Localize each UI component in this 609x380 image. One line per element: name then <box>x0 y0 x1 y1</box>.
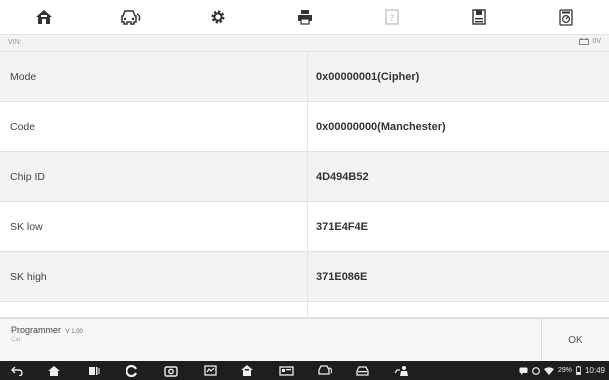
data-row: SK low 371E4F4E <box>0 202 609 252</box>
column-divider <box>307 52 308 101</box>
data-row-partial <box>0 302 609 318</box>
row-label: Mode <box>10 70 37 83</box>
program-name: Programmer <box>11 325 62 335</box>
print-icon <box>297 10 312 25</box>
nav-home-icon <box>48 365 60 376</box>
row-value: 371E4F4E <box>316 220 368 233</box>
display-icon <box>278 365 294 376</box>
reload-button[interactable] <box>114 361 150 380</box>
column-divider <box>307 152 308 201</box>
settings-button[interactable] <box>174 0 261 34</box>
svg-text:?: ? <box>389 14 394 24</box>
status-area: 29% 10:49 <box>519 361 605 380</box>
row-value: 0x00000001(Cipher) <box>316 70 420 83</box>
top-toolbar: ? <box>0 0 609 34</box>
row-value: 4D494B52 <box>316 170 369 183</box>
row-value: 371E086E <box>316 270 368 283</box>
battery-icon <box>576 366 581 375</box>
save-button[interactable] <box>435 0 522 34</box>
recent-apps-icon <box>89 366 100 375</box>
row-value: 0x00000000(Manchester) <box>316 120 446 133</box>
function-footer: Programmer V 1.00 Car: OK <box>0 318 609 362</box>
ok-button[interactable]: OK <box>541 319 609 362</box>
wifi-icon <box>543 366 554 375</box>
vehicle-menu-button[interactable] <box>342 361 382 380</box>
shop-manager-button[interactable] <box>382 361 422 380</box>
home-button[interactable] <box>0 0 87 34</box>
reload-icon <box>126 364 138 377</box>
column-divider <box>307 252 308 301</box>
vin-label: VIN: <box>8 39 22 46</box>
data-row: Mode 0x00000001(Cipher) <box>0 52 609 102</box>
back-button[interactable] <box>0 361 34 380</box>
nav-home-button[interactable] <box>34 361 74 380</box>
program-title: Programmer V 1.00 <box>11 325 83 335</box>
data-list: Mode 0x00000001(Cipher) Code 0x00000000(… <box>0 52 609 318</box>
row-label: SK high <box>10 270 47 283</box>
data-row: Chip ID 4D494B52 <box>0 152 609 202</box>
screenshot-button[interactable] <box>150 361 192 380</box>
shop-manager-icon <box>394 366 408 376</box>
back-icon <box>11 366 23 376</box>
datalogging-button[interactable] <box>522 0 609 34</box>
print-button[interactable] <box>261 0 348 34</box>
vehicle-swap-button[interactable] <box>87 0 174 34</box>
recent-apps-button[interactable] <box>74 361 114 380</box>
help-button[interactable]: ? <box>348 0 435 34</box>
vci-status-icon <box>532 366 540 375</box>
battery-voltage-icon <box>579 38 590 45</box>
help-icon: ? <box>384 9 399 25</box>
vci-icon <box>203 365 217 376</box>
camera-icon <box>164 365 178 377</box>
display-button[interactable] <box>266 361 306 380</box>
battery-percent: 29% <box>557 367 572 374</box>
datalogging-icon <box>558 8 573 26</box>
row-label: SK low <box>10 220 43 233</box>
row-label: Code <box>10 120 36 133</box>
vehicle-swap-icon <box>120 10 140 25</box>
maxisys-home-icon <box>241 365 253 376</box>
vehicle-swap-nav-icon <box>317 365 332 375</box>
column-divider <box>307 302 308 317</box>
vin-bar: VIN: 0V <box>0 34 609 52</box>
vci-button[interactable] <box>192 361 228 380</box>
column-divider <box>307 202 308 251</box>
voltage-value: 0V <box>592 38 601 45</box>
vehicle-menu-icon <box>355 365 369 376</box>
home-icon <box>35 10 52 24</box>
system-navigation-bar: 29% 10:49 <box>0 361 609 380</box>
data-row: SK high 371E086E <box>0 252 609 302</box>
clock: 10:49 <box>584 366 605 375</box>
column-divider <box>307 102 308 151</box>
program-version: V 1.00 <box>65 329 83 335</box>
voltage-indicator: 0V <box>579 38 601 45</box>
vehicle-swap-nav-button[interactable] <box>306 361 342 380</box>
save-icon <box>471 9 486 25</box>
car-label: Car: <box>11 337 23 343</box>
data-row: Code 0x00000000(Manchester) <box>0 102 609 152</box>
row-label: Chip ID <box>10 170 46 183</box>
settings-icon <box>211 10 224 24</box>
chat-icon <box>519 367 528 375</box>
maxisys-home-button[interactable] <box>228 361 266 380</box>
